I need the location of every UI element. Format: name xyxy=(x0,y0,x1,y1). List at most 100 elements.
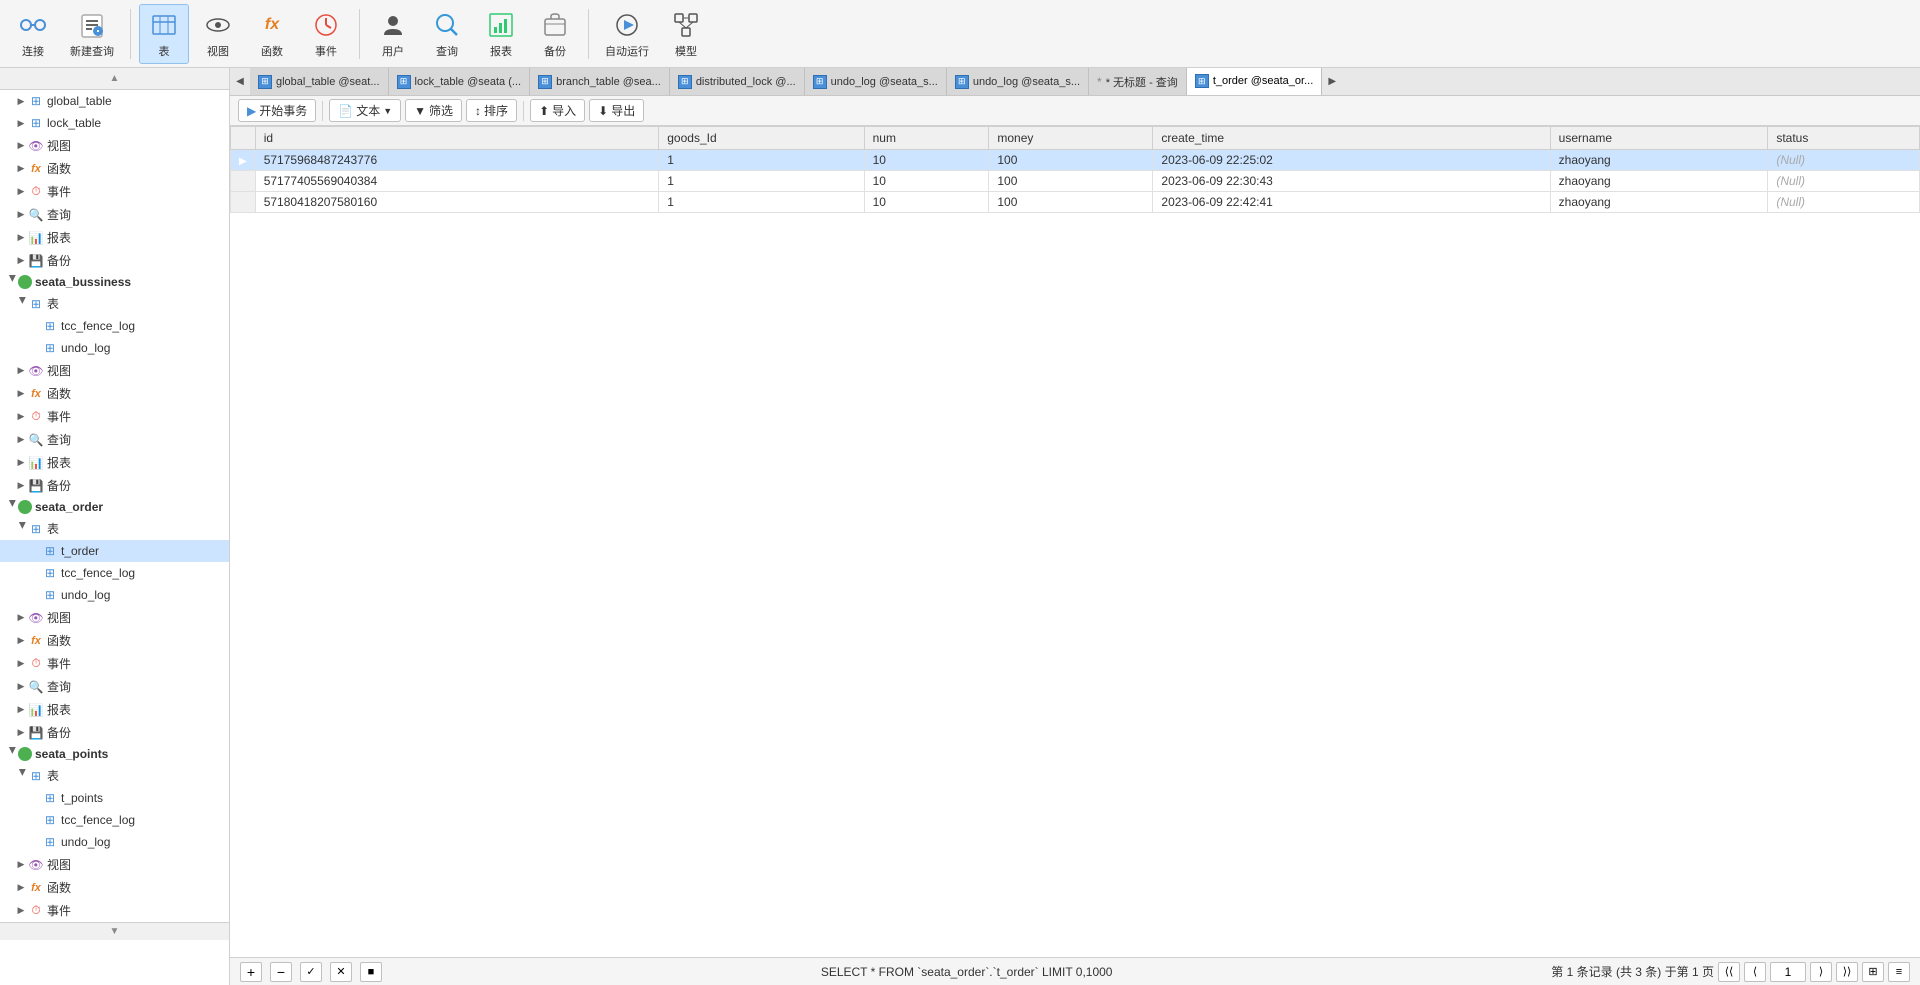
grid-view-btn[interactable]: ⊞ xyxy=(1862,962,1884,982)
sidebar-scroll-down[interactable]: ▼ xyxy=(0,922,229,940)
sidebar-item-view_ord[interactable]: ▶ 👁 视图 xyxy=(0,606,229,629)
sidebar-item-seata_points[interactable]: ▶ seata_points xyxy=(0,744,229,764)
cell-goods_Id[interactable]: 1 xyxy=(659,192,864,213)
tab-lock_table[interactable]: ⊞ lock_table @seata (... xyxy=(389,68,531,96)
filter-btn[interactable]: ▼ 筛选 xyxy=(405,99,462,122)
sidebar-item-tcc_fence_log_ord[interactable]: ▶ ⊞ tcc_fence_log xyxy=(0,562,229,584)
import-btn[interactable]: ⬆ 导入 xyxy=(530,99,585,122)
sidebar-item-query1[interactable]: ▶ 🔍 查询 xyxy=(0,203,229,226)
sidebar-item-t_points[interactable]: ▶ ⊞ t_points xyxy=(0,787,229,809)
sidebar-scroll-up[interactable]: ▲ xyxy=(0,68,229,90)
tab-undo_log[interactable]: ⊞ undo_log @seata_s... xyxy=(805,68,947,96)
sidebar-item-view_pts[interactable]: ▶ 👁 视图 xyxy=(0,853,229,876)
toolbar-newquery-btn[interactable]: 新建查询 xyxy=(62,5,122,63)
toolbar-table-btn[interactable]: 表 xyxy=(139,4,189,64)
sidebar-item-event_bus[interactable]: ▶ ⏱ 事件 xyxy=(0,405,229,428)
sort-btn[interactable]: ↕ 排序 xyxy=(466,99,517,122)
sidebar-item-report1[interactable]: ▶ 📊 报表 xyxy=(0,226,229,249)
cell-id[interactable]: 57175968487243776 xyxy=(255,150,659,171)
sidebar-item-backup1[interactable]: ▶ 💾 备份 xyxy=(0,249,229,272)
sidebar-item-func1[interactable]: ▶ fx 函数 xyxy=(0,157,229,180)
sidebar-item-report_bus[interactable]: ▶ 📊 报表 xyxy=(0,451,229,474)
toolbar-event-btn[interactable]: 事件 xyxy=(301,5,351,63)
cell-money[interactable]: 100 xyxy=(989,150,1153,171)
cell-status[interactable]: (Null) xyxy=(1768,150,1920,171)
next-page-btn[interactable]: ⟩ xyxy=(1810,962,1832,982)
col-header-username[interactable]: username xyxy=(1550,127,1768,150)
text-btn[interactable]: 📄 文本 ▼ xyxy=(329,99,401,122)
cell-money[interactable]: 100 xyxy=(989,171,1153,192)
list-view-btn[interactable]: ≡ xyxy=(1888,962,1910,982)
sidebar-item-global_table[interactable]: ▶ ⊞ global_table xyxy=(0,90,229,112)
cancel-edit-btn[interactable]: ✕ xyxy=(330,962,352,982)
cell-money[interactable]: 100 xyxy=(989,192,1153,213)
sidebar-item-seata_order[interactable]: ▶ seata_order xyxy=(0,497,229,517)
cell-status[interactable]: (Null) xyxy=(1768,171,1920,192)
table-row[interactable]: 571774055690403841101002023-06-09 22:30:… xyxy=(231,171,1920,192)
cell-username[interactable]: zhaoyang xyxy=(1550,192,1768,213)
remove-row-btn[interactable]: − xyxy=(270,962,292,982)
col-header-status[interactable]: status xyxy=(1768,127,1920,150)
start-transaction-btn[interactable]: ▶ 开始事务 xyxy=(238,99,316,122)
tab-undo_log2[interactable]: ⊞ undo_log @seata_s... xyxy=(947,68,1089,96)
sidebar-item-table_group_pts[interactable]: ▶ ⊞ 表 xyxy=(0,764,229,787)
cell-id[interactable]: 57177405569040384 xyxy=(255,171,659,192)
cell-num[interactable]: 10 xyxy=(864,150,989,171)
col-header-id[interactable]: id xyxy=(255,127,659,150)
cell-username[interactable]: zhaoyang xyxy=(1550,150,1768,171)
sidebar-item-event_pts[interactable]: ▶ ⏱ 事件 xyxy=(0,899,229,922)
last-page-btn[interactable]: ⟩⟩ xyxy=(1836,962,1858,982)
sidebar-item-event_ord[interactable]: ▶ ⏱ 事件 xyxy=(0,652,229,675)
sidebar-item-tcc_fence_log[interactable]: ▶ ⊞ tcc_fence_log xyxy=(0,315,229,337)
confirm-edit-btn[interactable]: ✓ xyxy=(300,962,322,982)
export-btn[interactable]: ⬇ 导出 xyxy=(589,99,644,122)
stop-btn[interactable]: ■ xyxy=(360,962,382,982)
col-header-num[interactable]: num xyxy=(864,127,989,150)
col-header-create_time[interactable]: create_time xyxy=(1153,127,1550,150)
tab-scroll-left[interactable]: ◀ xyxy=(230,68,250,96)
first-page-btn[interactable]: ⟨⟨ xyxy=(1718,962,1740,982)
sidebar-item-lock_table[interactable]: ▶ ⊞ lock_table xyxy=(0,112,229,134)
toolbar-function-btn[interactable]: fx 函数 xyxy=(247,5,297,63)
sidebar-item-backup_ord[interactable]: ▶ 💾 备份 xyxy=(0,721,229,744)
sidebar-item-backup_bus[interactable]: ▶ 💾 备份 xyxy=(0,474,229,497)
table-row[interactable]: 571804182075801601101002023-06-09 22:42:… xyxy=(231,192,1920,213)
sidebar-item-seata_bussiness[interactable]: ▶ seata_bussiness xyxy=(0,272,229,292)
sidebar-item-query_bus[interactable]: ▶ 🔍 查询 xyxy=(0,428,229,451)
toolbar-report-btn[interactable]: 报表 xyxy=(476,5,526,63)
tab-scroll-right[interactable]: ▶ xyxy=(1322,68,1342,96)
toolbar-view-btn[interactable]: 视图 xyxy=(193,5,243,63)
sidebar-item-t_order[interactable]: ▶ ⊞ t_order xyxy=(0,540,229,562)
col-header-money[interactable]: money xyxy=(989,127,1153,150)
sidebar-item-undo_log_pts[interactable]: ▶ ⊞ undo_log xyxy=(0,831,229,853)
prev-page-btn[interactable]: ⟨ xyxy=(1744,962,1766,982)
sidebar-item-event1[interactable]: ▶ ⏱ 事件 xyxy=(0,180,229,203)
toolbar-connect-btn[interactable]: 连接 xyxy=(8,5,58,63)
cell-goods_Id[interactable]: 1 xyxy=(659,150,864,171)
tab-branch_table[interactable]: ⊞ branch_table @sea... xyxy=(530,68,670,96)
cell-num[interactable]: 10 xyxy=(864,192,989,213)
sidebar-item-func_ord[interactable]: ▶ fx 函数 xyxy=(0,629,229,652)
sidebar-item-undo_log_ord[interactable]: ▶ ⊞ undo_log xyxy=(0,584,229,606)
sidebar-item-view1[interactable]: ▶ 👁 视图 xyxy=(0,134,229,157)
table-row[interactable]: ▶571759684872437761101002023-06-09 22:25… xyxy=(231,150,1920,171)
cell-create_time[interactable]: 2023-06-09 22:30:43 xyxy=(1153,171,1550,192)
sidebar-item-func_pts[interactable]: ▶ fx 函数 xyxy=(0,876,229,899)
tab-global_table[interactable]: ⊞ global_table @seat... xyxy=(250,68,389,96)
sidebar-item-func_bus[interactable]: ▶ fx 函数 xyxy=(0,382,229,405)
add-row-btn[interactable]: + xyxy=(240,962,262,982)
tab-t_order[interactable]: ⊞ t_order @seata_or... xyxy=(1187,68,1322,96)
sidebar-item-query_ord[interactable]: ▶ 🔍 查询 xyxy=(0,675,229,698)
sidebar-item-table_group_bus[interactable]: ▶ ⊞ 表 xyxy=(0,292,229,315)
tab-no_title[interactable]: * * 无标题 - 查询 xyxy=(1089,68,1187,96)
sidebar-item-view_bus[interactable]: ▶ 👁 视图 xyxy=(0,359,229,382)
cell-username[interactable]: zhaoyang xyxy=(1550,171,1768,192)
toolbar-backup-btn[interactable]: 备份 xyxy=(530,5,580,63)
cell-id[interactable]: 57180418207580160 xyxy=(255,192,659,213)
toolbar-query-btn[interactable]: 查询 xyxy=(422,5,472,63)
sidebar-item-table_group_ord[interactable]: ▶ ⊞ 表 xyxy=(0,517,229,540)
sidebar-item-report_ord[interactable]: ▶ 📊 报表 xyxy=(0,698,229,721)
cell-goods_Id[interactable]: 1 xyxy=(659,171,864,192)
toolbar-autorun-btn[interactable]: 自动运行 xyxy=(597,5,657,63)
sidebar-item-tcc_fence_log_pts[interactable]: ▶ ⊞ tcc_fence_log xyxy=(0,809,229,831)
